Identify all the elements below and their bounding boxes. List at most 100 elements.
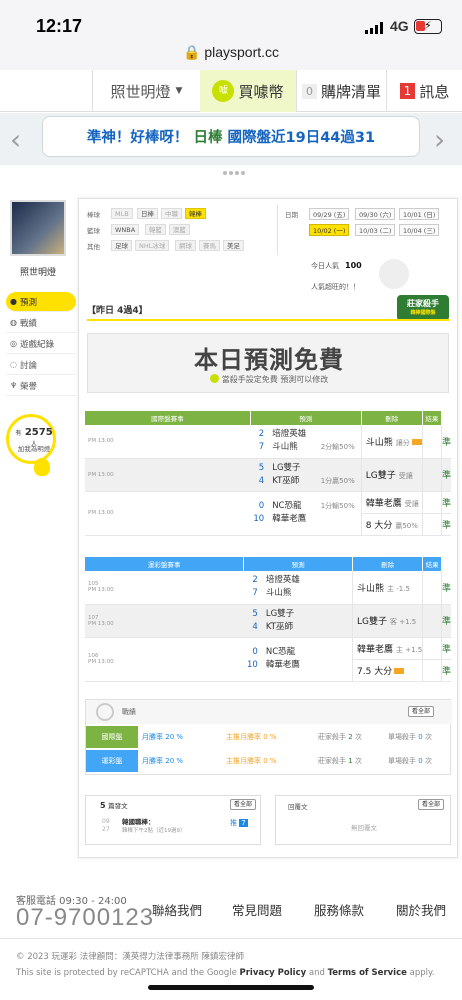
filter-npb[interactable]: 日棒 xyxy=(137,208,158,219)
cart-count: 0 xyxy=(301,83,317,99)
banner: ‹ 準神！好棒呀！ 日棒 國際盤近19日44過31 › xyxy=(0,113,462,165)
visitors-label: 今日人氣 xyxy=(311,262,339,270)
post-item[interactable]: 韓國職棒： 韓棒下午2點（近19過9） xyxy=(122,816,186,834)
filter-mlb[interactable]: MLB xyxy=(111,208,133,219)
prediction-cell: 斗山熊主 -1.5 xyxy=(351,571,423,605)
banner-text-a: 準神！好棒呀！ xyxy=(86,130,189,146)
sidebar-item-record[interactable]: ◍ 戰績 xyxy=(6,313,76,333)
filter-kbl[interactable]: 韓籃 xyxy=(145,224,166,235)
free-promo: 本日預測免費 當殺手設定免費 預測可以修改 xyxy=(87,333,449,393)
cart-button[interactable]: 0 購牌清單 xyxy=(296,70,386,112)
basketball-label: 籃球 xyxy=(87,227,100,235)
column-header: 預測 xyxy=(250,411,362,425)
sidebar-item-game-log[interactable]: ◎ 遊戲紀錄 xyxy=(6,334,76,354)
replies-see-all-button[interactable]: 看全部 xyxy=(418,799,445,810)
date-0930[interactable]: 09/30 (六) xyxy=(355,208,396,220)
filter-wnba[interactable]: WNBA xyxy=(111,224,140,235)
recaptcha-notice: This site is protected by reCAPTCHA and … xyxy=(16,968,435,978)
banner-card[interactable]: 準神！好棒呀！ 日棒 國際盤近19日44過31 xyxy=(42,116,420,157)
fans-prefix: 有 xyxy=(15,430,22,437)
battery-icon: ⚡ xyxy=(414,19,442,34)
delete-cell xyxy=(422,659,442,682)
post-month: 09 xyxy=(102,818,110,825)
sidebar-item-honor[interactable]: ♆ 榮譽 xyxy=(6,376,76,396)
lightbulb-icon xyxy=(34,458,50,476)
settings-icon: ◎ xyxy=(10,339,17,348)
posts-box: 5 篇發文 看全部 09 27 韓國職棒： 韓棒下午2點（近19過9） 推 7 xyxy=(85,795,261,845)
replies-title: 回覆文 xyxy=(288,803,308,811)
date-0929[interactable]: 09/29 (五) xyxy=(309,208,350,220)
delete-cell xyxy=(421,458,442,492)
filter-tennis[interactable]: 網球 xyxy=(175,240,196,251)
message-count: 1 xyxy=(399,83,416,99)
sidebar-item-predict[interactable]: ● 預測 xyxy=(6,292,76,312)
prediction-cell: 韓華老鷹主 +1.5 xyxy=(351,637,423,660)
filter-nbl[interactable]: 澳籃 xyxy=(169,224,190,235)
lottery-table: 運彩盤賽事 預測 刪除 結果 105 PM 13:00 2 培證英雄 7 斗山熊 斗山熊主 -… xyxy=(85,557,451,682)
carousel-dots xyxy=(222,160,246,179)
sidebar-item-label: 榮譽 xyxy=(20,381,38,392)
network-label: 4G xyxy=(390,18,409,34)
footer-link-terms[interactable]: 服務條款 xyxy=(314,900,364,919)
filter-soccer[interactable]: 足球 xyxy=(111,240,132,251)
filter-nfl[interactable]: 美足 xyxy=(223,240,244,251)
avatar[interactable] xyxy=(10,200,66,256)
sidebar-item-label: 討論 xyxy=(20,360,38,371)
replies-box: 回覆文 看全部 無回覆文 xyxy=(275,795,451,845)
delete-cell xyxy=(421,491,442,514)
terms-link[interactable]: Terms of Service xyxy=(328,968,407,978)
messages-button[interactable]: 1 訊息 xyxy=(386,70,462,112)
table-row: PM 13:00 5 LG雙子 4 KT巫師 1分贏50% LG雙子 受讓 準 xyxy=(85,458,451,492)
signal-icon xyxy=(365,22,383,34)
home-indicator[interactable] xyxy=(148,985,314,990)
sidebar-item-label: 預測 xyxy=(20,297,38,308)
chevron-right-icon[interactable]: › xyxy=(434,123,445,156)
visitors: 今日人氣 100 xyxy=(311,261,362,271)
result-cell: 準 xyxy=(441,659,451,682)
date-1004[interactable]: 10/04 (三) xyxy=(399,224,440,236)
popularity-label: 人氣超旺的！！ xyxy=(311,283,360,291)
footer-link-contact[interactable]: 聯絡我們 xyxy=(152,900,202,919)
promo-title: 本日預測免費 xyxy=(194,346,344,374)
url-bar[interactable]: 🔒 playsport.cc xyxy=(0,44,462,61)
table-row: PM 13:00 2 培證英雄 7 斗山熊 2分輸50% 斗山熊 讓分 準 xyxy=(85,425,451,459)
result-cell: 準 xyxy=(441,425,451,459)
buy-coin-button[interactable]: 噱買噱幣 xyxy=(200,70,296,112)
column-header: 結果 xyxy=(422,411,442,425)
clock: 12:17 xyxy=(36,16,83,36)
user-menu[interactable]: 照世明燈 ▼ xyxy=(92,70,200,112)
post-day: 27 xyxy=(102,826,110,833)
chevron-left-icon[interactable]: ‹ xyxy=(10,123,21,156)
footer-link-faq[interactable]: 常見問題 xyxy=(232,900,282,919)
sidebar-item-discuss[interactable]: ◌ 討論 xyxy=(6,355,76,375)
column-header: 運彩盤賽事 xyxy=(85,557,245,571)
filter-horse[interactable]: 賽馬 xyxy=(199,240,220,251)
follow-button[interactable]: 有 2575 人 加我為明燈 xyxy=(6,414,56,464)
user-menu-label: 照世明燈 xyxy=(110,82,171,101)
date-1002[interactable]: 10/02 (一) xyxy=(309,224,350,236)
filter-cpbl[interactable]: 中職 xyxy=(161,208,182,219)
delete-cell xyxy=(422,604,442,638)
other-label: 其他 xyxy=(87,243,100,251)
date-1001[interactable]: 10/01 (日) xyxy=(399,208,440,220)
yesterday-record: 【昨日 4過4】 xyxy=(87,306,148,316)
copyright: © 2023 玩運彩 法律顧問：漢英得力法律事務所 陳鎮宏律師 xyxy=(16,952,244,962)
delete-cell xyxy=(421,513,442,536)
privacy-link[interactable]: Privacy Policy xyxy=(240,968,307,978)
lock-icon: 🔒 xyxy=(182,44,205,60)
coin-icon xyxy=(209,374,219,383)
table-row: 105 PM 13:00 2 培證英雄 7 斗山熊 斗山熊主 -1.5 準 xyxy=(85,571,451,605)
filter-kbo[interactable]: 韓棒 xyxy=(185,208,206,219)
prediction-cell: LG雙子客 +1.5 xyxy=(351,604,423,638)
result-cell: 準 xyxy=(441,513,451,536)
caret-down-icon: ▼ xyxy=(175,86,183,96)
footer-link-about[interactable]: 關於我們 xyxy=(396,900,446,919)
record-see-all-button[interactable]: 看全部 xyxy=(408,706,435,717)
delete-cell xyxy=(421,425,442,459)
tel-number[interactable]: 07-9700123 xyxy=(16,904,154,932)
posts-see-all-button[interactable]: 看全部 xyxy=(230,799,257,810)
record-panel: 戰績 看全部 國際盤 月勝率 20 % 主推月勝率 0 % 莊家殺手 2 次 單… xyxy=(85,699,452,775)
date-1003[interactable]: 10/03 (二) xyxy=(355,224,396,236)
table-row: PM 13:00 0 NC恐龍 1分輸50% 10 韓華老鷹 韓華老鷹 受讓 準 xyxy=(85,491,451,536)
filter-nhl[interactable]: NHL冰球 xyxy=(135,240,170,251)
